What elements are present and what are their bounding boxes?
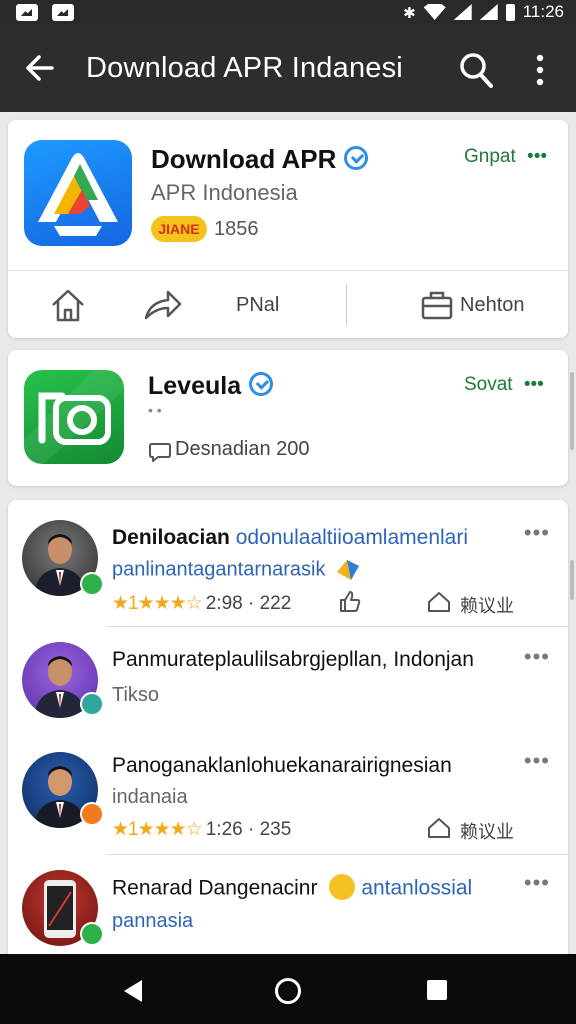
- page-title: Download APR Indanesi: [86, 52, 403, 84]
- get-button-label: Sovat: [464, 374, 513, 395]
- status-bar: ✱ 11:26: [0, 0, 576, 26]
- post-author[interactable]: Panoganaklanlohuekanarairignesian: [112, 754, 452, 777]
- signal-icon: [453, 4, 472, 20]
- gem-icon: [337, 560, 360, 580]
- post-subtitle: indanaia: [112, 786, 188, 808]
- home-icon[interactable]: [48, 286, 88, 324]
- post-subtitle-text: panlinantagantarnarasik: [112, 558, 326, 581]
- home-outline-icon[interactable]: [426, 816, 452, 840]
- camera-logo-icon: [24, 370, 124, 464]
- app-logo-apr[interactable]: [24, 140, 132, 246]
- rating-stars: ★1★★★☆ 1:26 · 235: [112, 818, 291, 841]
- post-meta: 2:98 · 222: [205, 593, 292, 614]
- nav-recents-icon[interactable]: [425, 978, 449, 1002]
- system-nav-bar: [0, 954, 576, 1024]
- item-more-icon[interactable]: •••: [524, 748, 550, 774]
- post-title: Renarad Dangenacinr antanlossial: [112, 874, 472, 902]
- app-name-text: Leveula: [148, 372, 242, 400]
- post-title-link[interactable]: antanlossial: [361, 877, 472, 900]
- post-title-rest: odonulaaltiioamlamenlari: [229, 526, 469, 549]
- share-label[interactable]: PNal: [236, 294, 279, 317]
- scrollbar-thumb[interactable]: [570, 560, 574, 600]
- nav-home-icon[interactable]: [273, 976, 303, 1006]
- action-divider: [346, 284, 347, 326]
- post-meta: 1:26 · 235: [205, 819, 292, 840]
- post-subtitle: pannasia: [112, 910, 194, 932]
- app-bar: Download APR Indanesi: [0, 26, 576, 112]
- stars-text: ★1★★★☆: [112, 593, 203, 614]
- thumbs-up-icon[interactable]: [338, 590, 362, 614]
- photo-notification-icon: [52, 4, 74, 21]
- verified-badge-icon: [80, 572, 104, 596]
- post-subtitle: Tikso: [112, 684, 160, 706]
- card-more-icon[interactable]: •••: [524, 374, 544, 395]
- post-title: Deniloacian odonulaaltiioamlamenlari: [112, 526, 468, 550]
- battery-icon: [505, 3, 515, 21]
- verified-icon: [344, 146, 369, 171]
- feed-card: Deniloacian odonulaaltiioamlamenlari pan…: [8, 500, 568, 960]
- verified-badge-icon: [80, 692, 104, 716]
- play-badge-icon: [80, 802, 104, 826]
- post-title: Panoganaklanlohuekanarairignesian: [112, 754, 452, 778]
- action-label[interactable]: 赖议业: [460, 818, 514, 844]
- list-item[interactable]: Deniloacian odonulaaltiioamlamenlari pan…: [8, 500, 568, 627]
- wifi-icon: [423, 4, 446, 20]
- get-button[interactable]: Gnpat •••: [464, 146, 547, 168]
- app-logo-leveula[interactable]: [24, 370, 124, 464]
- post-author[interactable]: Panmurateplaulilsabrgjepllan, Indonjan: [112, 648, 474, 671]
- right-action-label[interactable]: Nehton: [460, 294, 525, 317]
- list-divider: [106, 854, 568, 855]
- apr-logo-icon: [38, 153, 118, 236]
- home-outline-icon[interactable]: [426, 590, 452, 614]
- overflow-menu-icon[interactable]: [522, 50, 558, 90]
- download-count: 1856: [214, 218, 259, 240]
- post-author[interactable]: Deniloacian: [112, 526, 230, 549]
- list-item[interactable]: Renarad Dangenacinr antanlossial pannasi…: [8, 856, 568, 960]
- verified-icon: [249, 372, 274, 397]
- item-more-icon[interactable]: •••: [524, 520, 550, 546]
- share-icon[interactable]: [142, 288, 182, 324]
- search-icon[interactable]: [456, 50, 496, 90]
- gallery-notification-icon: [16, 4, 38, 21]
- status-time: 11:26: [522, 2, 564, 21]
- emoji-icon: [329, 874, 356, 900]
- action-label[interactable]: 赖议业: [460, 592, 514, 618]
- card-divider: [8, 270, 568, 271]
- app-name: Download APR: [151, 144, 369, 175]
- bluetooth-icon: ✱: [403, 5, 416, 22]
- placeholder-dots: • •: [148, 402, 162, 418]
- get-button[interactable]: Sovat •••: [464, 374, 544, 396]
- briefcase-icon[interactable]: [420, 288, 454, 322]
- app-card-download-apr[interactable]: Download APR APR Indonesia Gnpat ••• JIA…: [8, 120, 568, 338]
- stars-text: ★1★★★☆: [112, 819, 203, 840]
- list-item[interactable]: Panmurateplaulilsabrgjepllan, Indonjan T…: [8, 628, 568, 734]
- post-title: Panmurateplaulilsabrgjepllan, Indonjan: [112, 648, 474, 672]
- card-more-icon[interactable]: •••: [527, 146, 547, 167]
- back-arrow-icon[interactable]: [22, 50, 58, 86]
- rating-badge: JIANE: [151, 216, 207, 242]
- list-divider: [106, 626, 568, 627]
- item-more-icon[interactable]: •••: [524, 870, 550, 896]
- scrollbar[interactable]: [570, 372, 574, 450]
- post-author[interactable]: Renarad Dangenacinr: [112, 877, 317, 900]
- comment-icon[interactable]: [148, 440, 172, 464]
- comment-count[interactable]: Desnadian 200: [175, 438, 310, 461]
- app-name: Leveula: [148, 372, 274, 401]
- get-button-label: Gnpat: [464, 146, 516, 167]
- list-item[interactable]: Panoganaklanlohuekanarairignesian indana…: [8, 736, 568, 856]
- signal-icon-2: [479, 4, 498, 20]
- app-name-text: Download APR: [151, 144, 337, 174]
- item-more-icon[interactable]: •••: [524, 644, 550, 670]
- nav-back-icon[interactable]: [120, 978, 146, 1004]
- developer-name: APR Indonesia: [151, 180, 298, 205]
- verified-badge-icon: [80, 922, 104, 946]
- app-card-leveula[interactable]: Leveula • • Sovat ••• Desnadian 200: [8, 350, 568, 486]
- rating-stars: ★1★★★☆ 2:98 · 222: [112, 592, 291, 615]
- post-subtitle: panlinantagantarnarasik: [112, 558, 361, 582]
